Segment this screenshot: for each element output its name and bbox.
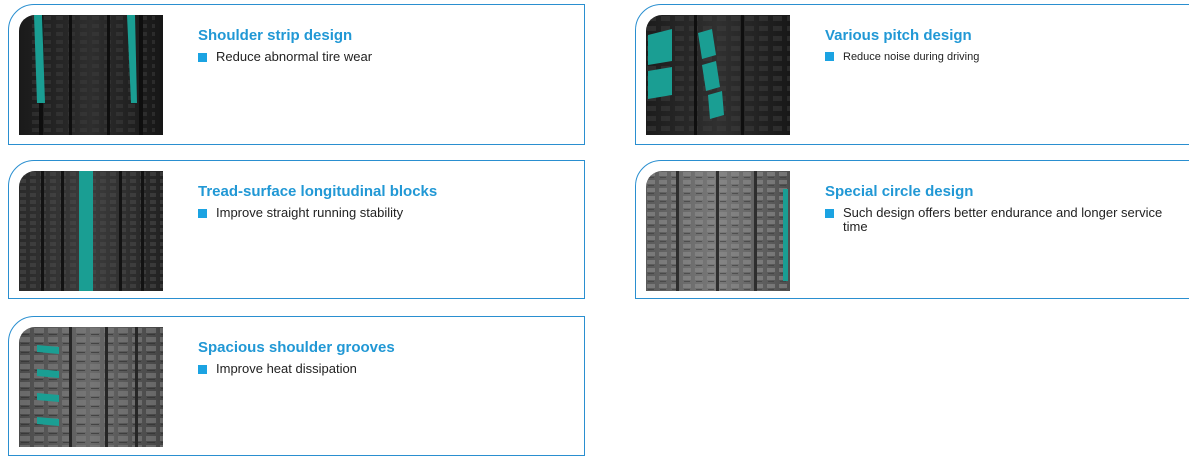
feature-description: Such design offers better endurance and … bbox=[843, 205, 1163, 234]
feature-description: Improve straight running stability bbox=[216, 205, 404, 220]
feature-content: Various pitch design Reduce noise during… bbox=[825, 27, 1180, 64]
special-circle-tire-image bbox=[646, 171, 790, 291]
feature-item: Such design offers better endurance and … bbox=[825, 206, 1180, 234]
feature-card-longitudinal-blocks: Tread-surface longitudinal blocks Improv… bbox=[8, 160, 585, 299]
feature-description: Improve heat dissipation bbox=[216, 361, 357, 376]
feature-item: Improve straight running stability bbox=[198, 206, 560, 220]
feature-content: Special circle design Such design offers… bbox=[825, 183, 1180, 234]
feature-card-shoulder-grooves: Spacious shoulder grooves Improve heat d… bbox=[8, 316, 585, 456]
longitudinal-blocks-tire-image bbox=[19, 171, 163, 291]
feature-description: Reduce abnormal tire wear bbox=[216, 49, 373, 64]
feature-card-special-circle: Special circle design Such design offers… bbox=[635, 160, 1189, 299]
feature-item: Reduce noise during driving bbox=[825, 50, 1180, 64]
feature-card-shoulder-strip: Shoulder strip design Reduce abnormal ti… bbox=[8, 4, 585, 145]
bullet-square-icon bbox=[198, 209, 207, 218]
feature-title: Various pitch design bbox=[825, 27, 972, 44]
shoulder-grooves-tire-image bbox=[19, 327, 163, 447]
shoulder-strip-tire-image bbox=[19, 15, 163, 135]
bullet-square-icon bbox=[198, 365, 207, 374]
feature-title: Spacious shoulder grooves bbox=[198, 339, 395, 356]
feature-content: Shoulder strip design Reduce abnormal ti… bbox=[198, 27, 560, 64]
feature-item: Improve heat dissipation bbox=[198, 362, 560, 376]
bullet-square-icon bbox=[825, 52, 834, 61]
bullet-square-icon bbox=[198, 53, 207, 62]
various-pitch-tire-image bbox=[646, 15, 790, 135]
feature-title: Tread-surface longitudinal blocks bbox=[198, 183, 438, 200]
feature-content: Tread-surface longitudinal blocks Improv… bbox=[198, 183, 560, 220]
feature-content: Spacious shoulder grooves Improve heat d… bbox=[198, 339, 560, 376]
feature-title: Shoulder strip design bbox=[198, 27, 353, 44]
feature-title: Special circle design bbox=[825, 183, 974, 200]
feature-description: Reduce noise during driving bbox=[843, 51, 980, 63]
feature-item: Reduce abnormal tire wear bbox=[198, 50, 560, 64]
bullet-square-icon bbox=[825, 209, 834, 218]
feature-card-various-pitch: Various pitch design Reduce noise during… bbox=[635, 4, 1189, 145]
